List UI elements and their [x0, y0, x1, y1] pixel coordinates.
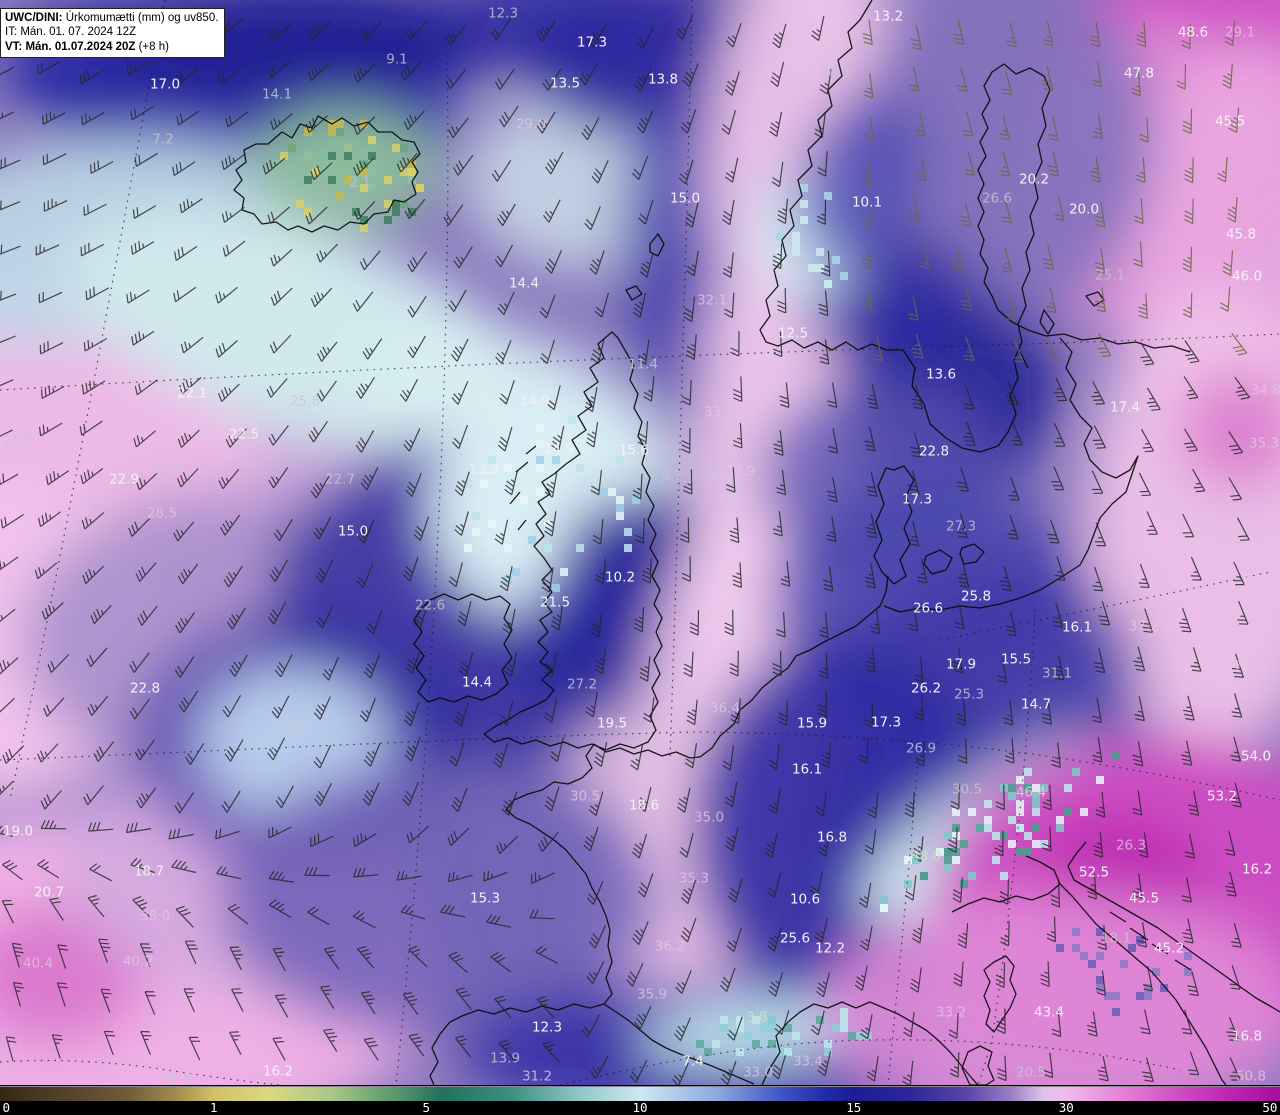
colorbar-tick: 15: [846, 1100, 862, 1115]
colorbar-tick: 50: [1262, 1100, 1278, 1115]
valid-time-offset: (+8 h): [135, 40, 169, 53]
info-line-title: UWC/DINI: Úrkomumætti (mm) og uv850.: [5, 11, 218, 25]
colorbar-tick: 30: [1058, 1100, 1074, 1115]
precip-colorbar: 0 1 5 10 15 30 50: [0, 1085, 1280, 1115]
colorbar-tick: 1: [209, 1100, 218, 1115]
colorbar-gradient: [0, 1086, 1280, 1101]
valid-time: VT: Mán. 01.07.2024 20Z: [5, 40, 136, 53]
map-field-svg: [0, 0, 1280, 1085]
info-line-valid-time: VT: Mán. 01.07.2024 20Z (+8 h): [5, 40, 218, 54]
colorbar-tick: 5: [422, 1100, 430, 1115]
colorbar-tick-labels: 0 1 5 10 15 30 50: [0, 1100, 1280, 1115]
info-line-init-time: IT: Mán. 01. 07. 2024 12Z: [5, 26, 137, 39]
map-canvas: 17.0 14.1 7.2 2.1 9.1 12.3 17.3 13.5 13.8 29.0 15.…: [0, 0, 1280, 1085]
model-name: UWC/DINI:: [5, 12, 63, 24]
model-info-box: UWC/DINI: Úrkomumætti (mm) og uv850. IT:…: [0, 8, 226, 59]
colorbar-tick: 10: [632, 1100, 648, 1115]
field-name: Úrkomumætti (mm) og uv850.: [62, 12, 219, 24]
weather-map-screenshot: 17.0 14.1 7.2 2.1 9.1 12.3 17.3 13.5 13.8 29.0 15.…: [0, 0, 1280, 1115]
colorbar-tick: 0: [2, 1100, 11, 1115]
